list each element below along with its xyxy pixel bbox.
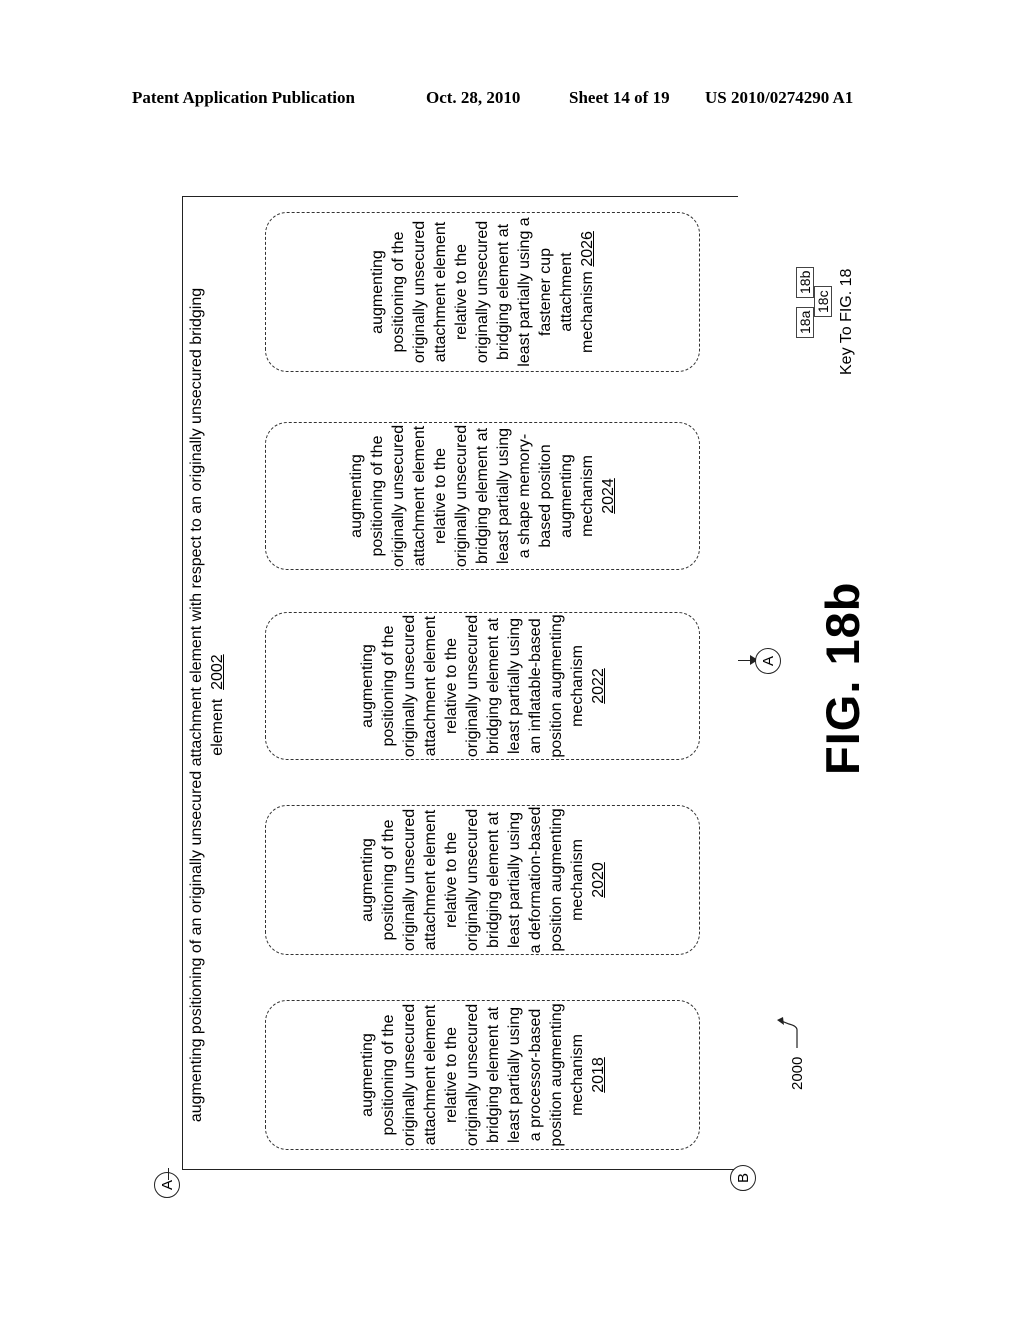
connector-label: A: [759, 656, 777, 667]
operation-box-2022: augmenting positioning of the originally…: [265, 612, 700, 760]
key-cell-18a: 18a: [796, 306, 814, 338]
box-ref: 2026: [579, 231, 596, 267]
box-text: augmenting positioning of the originally…: [348, 424, 596, 568]
box-text: augmenting positioning of the originally…: [358, 614, 586, 758]
operation-box-2026: augmenting positioning of the originally…: [265, 212, 700, 372]
box-ref: 2024: [600, 478, 617, 514]
drawing-sheet: A B augmenting positioning of an origina…: [0, 0, 1024, 1320]
connector-a-line: [168, 1168, 183, 1180]
key-caption: Key To FIG. 18: [838, 268, 855, 375]
box-text: augmenting positioning of the originally…: [369, 217, 596, 367]
leader-arrow-icon: [777, 1017, 798, 1048]
figure-label: FIG. 18b: [816, 581, 869, 775]
main-block-text: augmenting positioning of an originally …: [188, 287, 226, 1123]
operation-box-2020: augmenting positioning of the originally…: [265, 805, 700, 955]
connector-label: A: [158, 1180, 176, 1191]
connector-label: B: [734, 1173, 752, 1184]
connector-b: B: [730, 1165, 756, 1191]
box-text: augmenting positioning of the originally…: [358, 806, 586, 954]
key-cell-18b: 18b: [796, 266, 814, 298]
box-text: augmenting positioning of the originally…: [358, 1003, 586, 1147]
main-block-title: augmenting positioning of an originally …: [186, 260, 228, 1150]
box-ref: 2018: [589, 1057, 607, 1093]
key-cell-18c: 18c: [814, 286, 832, 317]
main-block-ref: 2002: [209, 654, 226, 690]
box-ref: 2022: [589, 668, 607, 704]
box-ref: 2020: [589, 862, 607, 898]
operation-box-2018: augmenting positioning of the originally…: [265, 1000, 700, 1150]
operation-box-2024: augmenting positioning of the originally…: [265, 422, 700, 570]
connector-a-out: A: [755, 648, 781, 674]
figure-ref-label: 2000: [789, 1056, 806, 1090]
